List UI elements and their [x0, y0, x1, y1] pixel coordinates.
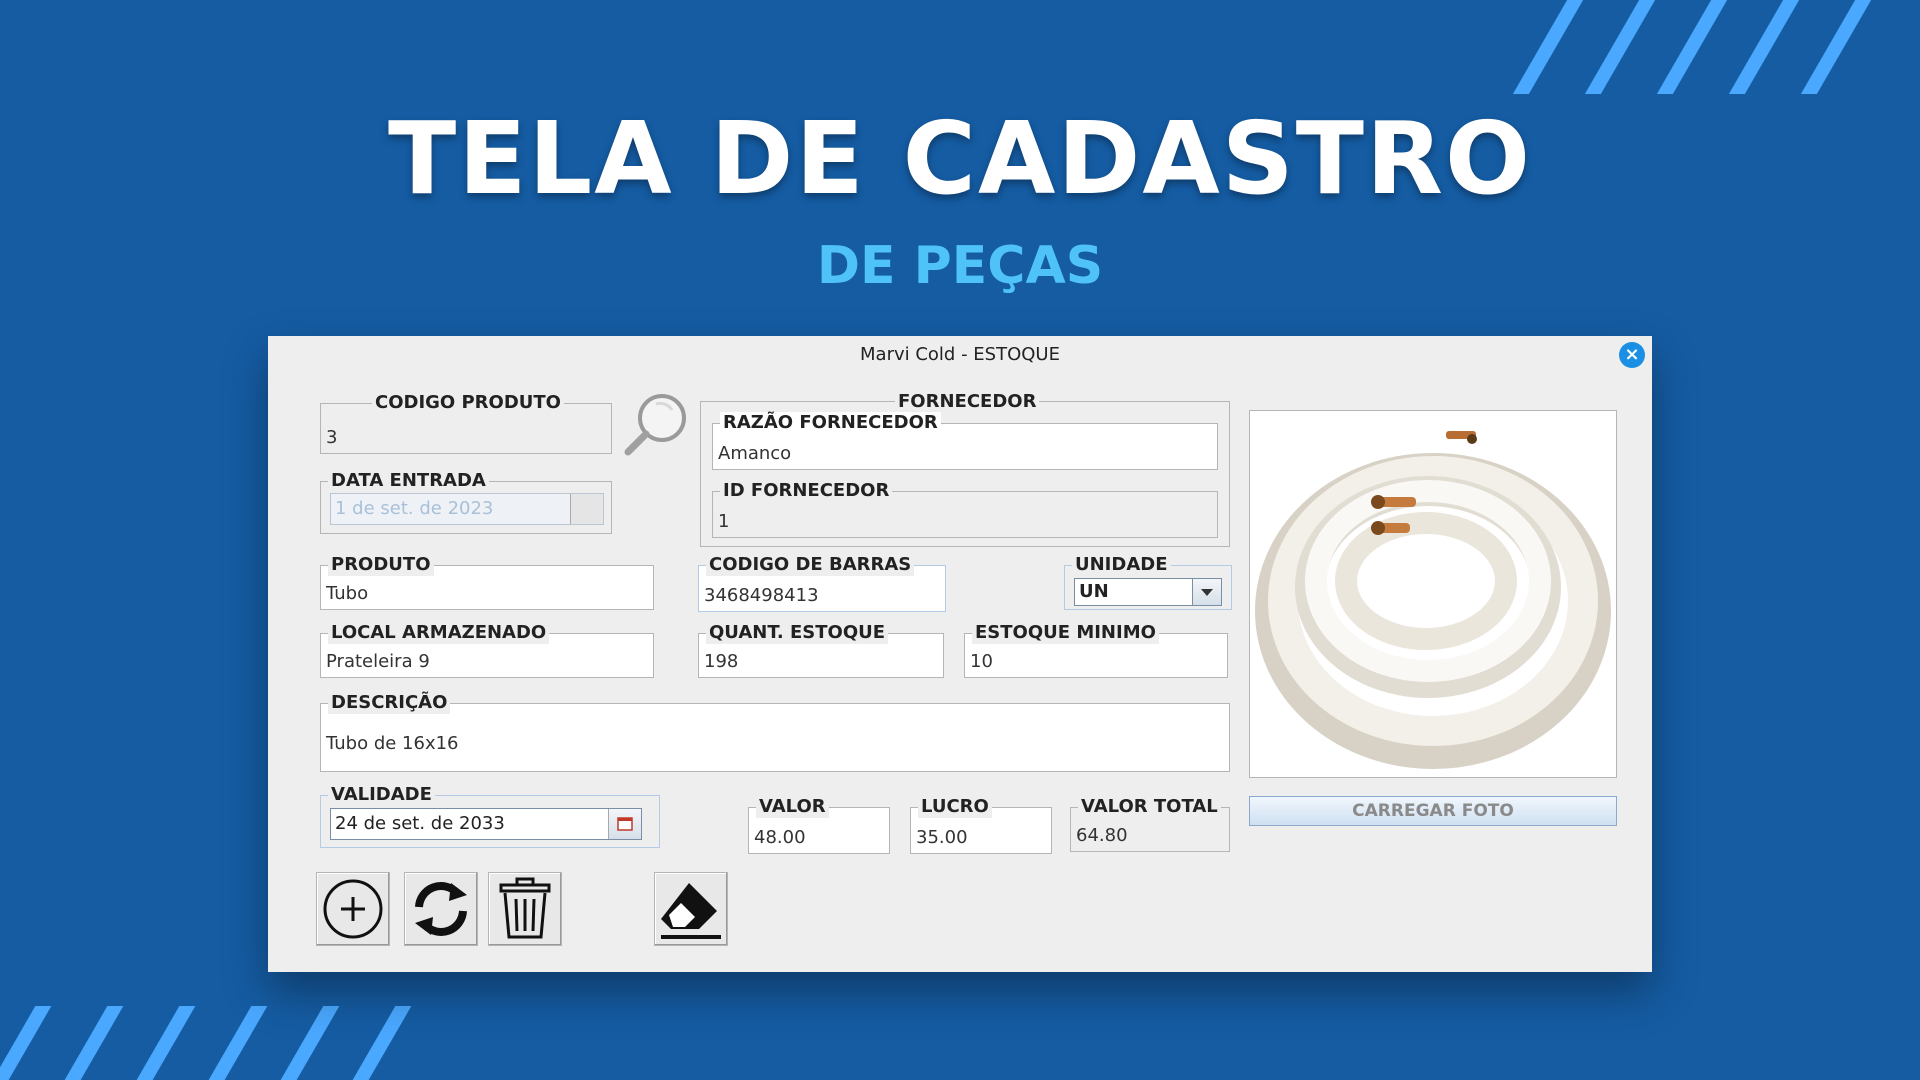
codigo-barras-value: 3468498413: [704, 585, 819, 606]
banner-subtitle: DE PEÇAS: [816, 236, 1104, 296]
produto-field[interactable]: PRODUTO Tubo: [320, 554, 654, 610]
update-button[interactable]: [404, 872, 478, 946]
lucro-field[interactable]: LUCRO 35.00: [910, 796, 1052, 854]
id-fornecedor-value: 1: [718, 511, 730, 532]
codigo-barras-label: CODIGO DE BARRAS: [706, 554, 915, 576]
validade-value: 24 de set. de 2033: [335, 813, 505, 834]
descricao-field[interactable]: DESCRIÇÃO Tubo de 16x16: [320, 692, 1230, 772]
estoque-minimo-field[interactable]: ESTOQUE MINIMO 10: [964, 622, 1228, 678]
descricao-value: Tubo de 16x16: [326, 733, 459, 754]
refresh-icon: [415, 882, 467, 936]
valor-field[interactable]: VALOR 48.00: [748, 796, 890, 854]
valor-value: 48.00: [754, 827, 806, 848]
banner-title: TELA DE CADASTRO: [387, 100, 1532, 217]
produto-value: Tubo: [326, 583, 369, 604]
lucro-value: 35.00: [916, 827, 968, 848]
chevron-down-icon[interactable]: [1192, 579, 1221, 605]
window-title: Marvi Cold - ESTOQUE: [860, 344, 1060, 365]
unidade-value: UN: [1079, 581, 1109, 602]
quant-estoque-field[interactable]: QUANT. ESTOQUE 198: [698, 622, 944, 678]
descricao-label: DESCRIÇÃO: [328, 692, 451, 714]
calendar-icon[interactable]: [608, 809, 641, 839]
razao-fornecedor-field[interactable]: RAZÃO FORNECEDOR Amanco: [712, 412, 1218, 470]
local-armazenado-value: Prateleira 9: [326, 651, 430, 672]
quant-estoque-label: QUANT. ESTOQUE: [706, 622, 889, 644]
lucro-label: LUCRO: [918, 796, 992, 818]
codigo-produto-value: 3: [326, 427, 338, 448]
clear-button[interactable]: [654, 872, 728, 946]
trash-icon: [499, 877, 551, 939]
data-entrada-input: 1 de set. de 2023: [330, 493, 604, 525]
add-circle-icon: [323, 879, 383, 939]
delete-button[interactable]: [488, 872, 562, 946]
validade-input[interactable]: 24 de set. de 2033: [330, 808, 642, 840]
id-fornecedor-field[interactable]: ID FORNECEDOR 1: [712, 480, 1218, 538]
calendar-icon: [570, 494, 603, 524]
search-icon[interactable]: [620, 390, 692, 462]
unidade-label: UNIDADE: [1072, 554, 1171, 576]
add-button[interactable]: [316, 872, 390, 946]
valor-total-value: 64.80: [1076, 825, 1128, 846]
load-photo-button[interactable]: CARREGAR FOTO: [1249, 796, 1617, 826]
app-window: Marvi Cold - ESTOQUE × CODIGO PRODUTO 3 …: [268, 336, 1652, 972]
unidade-select[interactable]: UN: [1074, 578, 1222, 606]
razao-fornecedor-label: RAZÃO FORNECEDOR: [720, 412, 941, 434]
data-entrada-label: DATA ENTRADA: [328, 470, 489, 492]
data-entrada-value: 1 de set. de 2023: [335, 498, 494, 519]
valor-total-field: VALOR TOTAL 64.80: [1070, 796, 1230, 852]
local-armazenado-field[interactable]: LOCAL ARMAZENADO Prateleira 9: [320, 622, 654, 678]
eraser-icon: [661, 883, 721, 939]
valor-label: VALOR: [756, 796, 829, 818]
codigo-barras-field[interactable]: CODIGO DE BARRAS 3468498413: [698, 554, 946, 612]
valor-total-label: VALOR TOTAL: [1078, 796, 1221, 818]
razao-fornecedor-value: Amanco: [718, 443, 792, 464]
quant-estoque-value: 198: [704, 651, 739, 672]
codigo-produto-field[interactable]: CODIGO PRODUTO 3: [320, 392, 612, 454]
product-photo: [1249, 410, 1617, 778]
tube-coil-image: [1255, 431, 1611, 769]
local-armazenado-label: LOCAL ARMAZENADO: [328, 622, 550, 644]
codigo-produto-label: CODIGO PRODUTO: [372, 392, 564, 414]
close-icon[interactable]: ×: [1619, 342, 1645, 368]
estoque-minimo-label: ESTOQUE MINIMO: [972, 622, 1159, 644]
fornecedor-group-label: FORNECEDOR: [895, 391, 1040, 412]
estoque-minimo-value: 10: [970, 651, 993, 672]
produto-label: PRODUTO: [328, 554, 434, 576]
validade-label: VALIDADE: [328, 784, 435, 806]
id-fornecedor-label: ID FORNECEDOR: [720, 480, 893, 502]
